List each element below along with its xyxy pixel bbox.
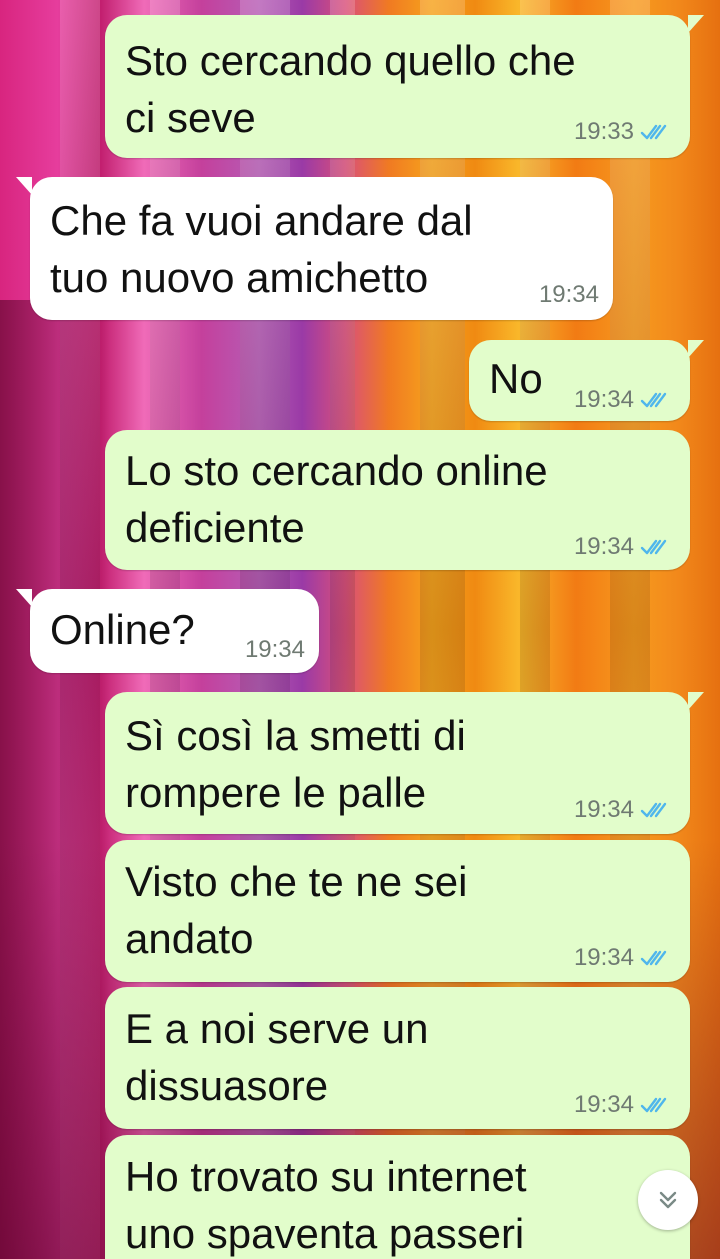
- message-text: Online?: [50, 606, 195, 653]
- message-text: Sì così la smetti di rompere le palle: [125, 712, 466, 816]
- message-text: No: [489, 355, 543, 402]
- read-receipt-icon: [640, 392, 667, 408]
- message-meta: 19:34: [539, 281, 599, 309]
- message-time: 19:34: [538, 281, 599, 308]
- scroll-to-bottom-button[interactable]: [638, 1170, 698, 1230]
- message-meta: 19:34: [574, 533, 670, 561]
- message-meta: 19:34: [245, 636, 305, 664]
- message-time: 19:34: [573, 1091, 634, 1118]
- message-bubble-incoming[interactable]: Online? 19:34: [16, 589, 319, 673]
- read-receipt-icon: [640, 802, 667, 818]
- message-bubble-incoming[interactable]: Che fa vuoi andare dal tuo nuovo amichet…: [16, 177, 613, 320]
- message-meta: 19:34: [574, 796, 670, 824]
- message-time: 19:34: [244, 636, 305, 663]
- message-meta: 19:34: [574, 1091, 670, 1119]
- message-text: Ho trovato su internet uno spaventa pass…: [125, 1153, 527, 1257]
- read-receipt-icon: [640, 539, 667, 555]
- message-time: 19:34: [573, 386, 634, 413]
- message-bubble-outgoing[interactable]: E a noi serve un dissuasore 19:34: [105, 987, 690, 1129]
- message-meta: 19:33: [574, 118, 670, 146]
- message-bubble-outgoing[interactable]: Ho trovato su internet uno spaventa pass…: [105, 1135, 690, 1259]
- message-bubble-outgoing[interactable]: Lo sto cercando online deficiente 19:34: [105, 430, 690, 570]
- message-meta: 19:34: [574, 386, 670, 414]
- message-bubble-outgoing[interactable]: No 19:34: [469, 340, 704, 421]
- message-bubble-outgoing[interactable]: Visto che te ne sei andato 19:34: [105, 840, 690, 982]
- message-text: Sto cercando quello che ci seve: [125, 37, 576, 141]
- message-time: 19:34: [573, 944, 634, 971]
- message-text: Che fa vuoi andare dal tuo nuovo amichet…: [50, 197, 473, 301]
- message-list[interactable]: Sto cercando quello che ci seve 19:33 Ch…: [0, 0, 720, 1259]
- message-text: Lo sto cercando online deficiente: [125, 447, 548, 551]
- message-text: E a noi serve un dissuasore: [125, 1005, 429, 1109]
- message-time: 19:34: [573, 533, 634, 560]
- message-time: 19:33: [573, 118, 634, 145]
- double-chevron-down-icon: [659, 1191, 677, 1209]
- message-meta: 19:34: [574, 944, 670, 972]
- message-bubble-outgoing[interactable]: Sto cercando quello che ci seve 19:33: [105, 15, 704, 158]
- read-receipt-icon: [640, 1097, 667, 1113]
- message-text: Visto che te ne sei andato: [125, 858, 468, 962]
- message-bubble-outgoing[interactable]: Sì così la smetti di rompere le palle 19…: [105, 692, 704, 834]
- read-receipt-icon: [640, 950, 667, 966]
- read-receipt-icon: [640, 124, 667, 140]
- message-time: 19:34: [573, 796, 634, 823]
